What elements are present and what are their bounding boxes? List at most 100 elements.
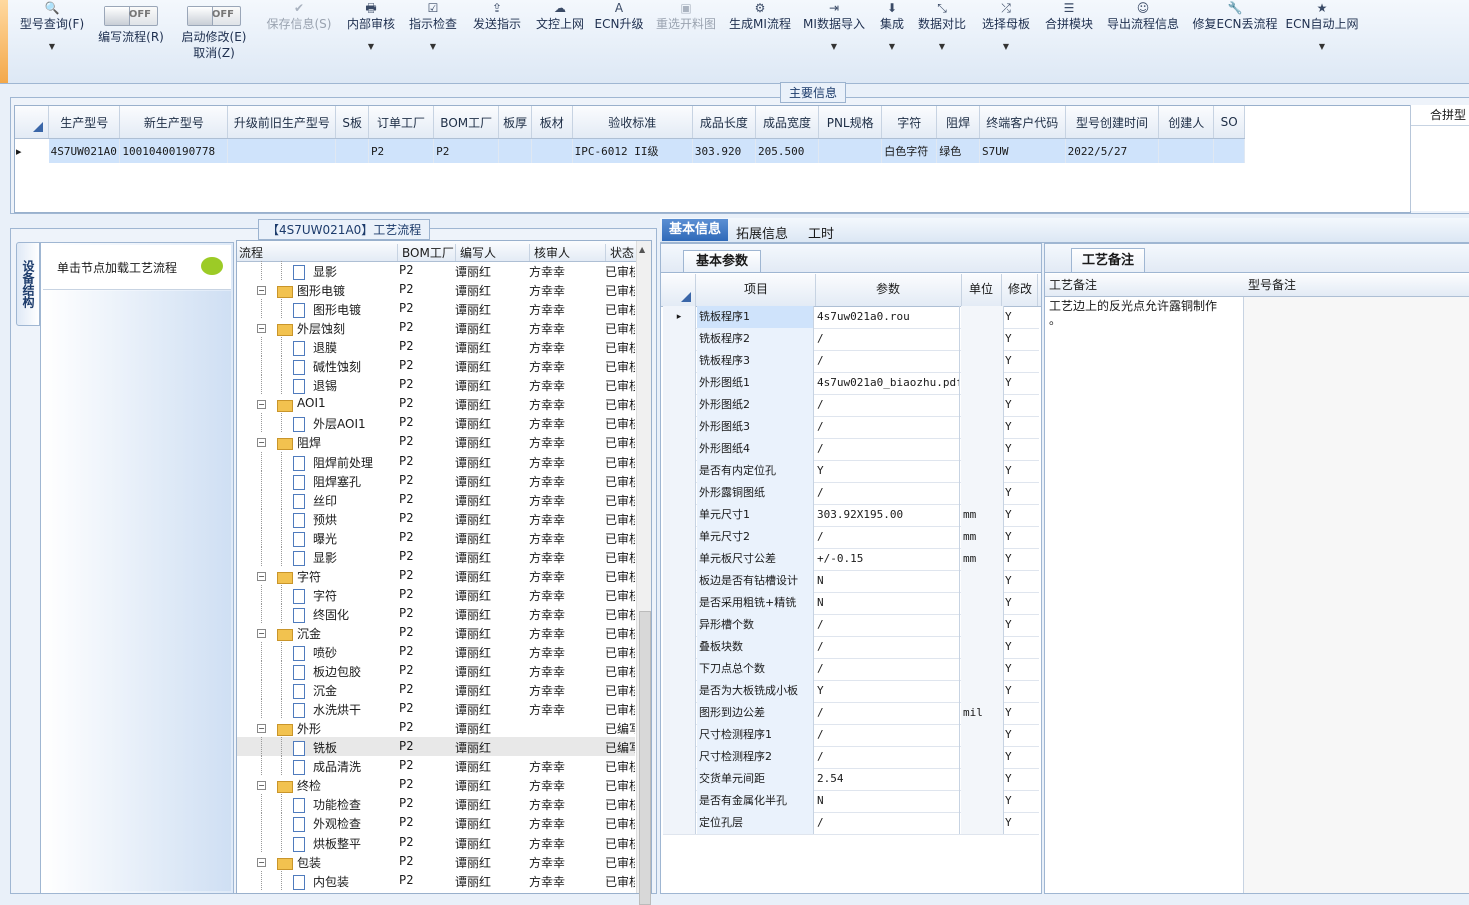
dropdown-arrow-icon[interactable]: ▼: [914, 42, 970, 51]
main-col-header[interactable]: BOM工厂: [433, 106, 500, 139]
toolbar-button-14[interactable]: ☺ 导出流程信息: [1102, 0, 1184, 80]
dropdown-arrow-icon[interactable]: ▼: [798, 42, 870, 51]
row-indicator[interactable]: [663, 372, 696, 394]
tree-row[interactable]: 烘板整平 P2 谭丽红 方幸幸 已审核: [237, 832, 635, 852]
row-indicator[interactable]: [663, 394, 696, 416]
tree-row[interactable]: 碱性蚀刻 P2 谭丽红 方幸幸 已审核: [237, 356, 635, 376]
params-row[interactable]: 板边是否有钻槽设计 N Y: [663, 570, 1039, 593]
tree-row[interactable]: 喷砂 P2 谭丽红 方幸幸 已审核: [237, 642, 635, 661]
toolbar-button-6[interactable]: A ECN升级: [592, 0, 646, 80]
toolbar-button-11[interactable]: ⤡ 数据对比 ▼: [914, 0, 970, 80]
params-corner[interactable]: [661, 274, 696, 306]
params-row[interactable]: 单元尺寸1 303.92X195.00 mm Y: [663, 504, 1039, 527]
main-cell[interactable]: 303.920: [692, 138, 756, 163]
params-row[interactable]: 是否有内定位孔 Y Y: [663, 460, 1039, 483]
main-cell[interactable]: IPC-6012 II级: [572, 138, 693, 163]
toolbar-button-4[interactable]: ⇪ 发送指示: [466, 0, 528, 80]
tree-row[interactable]: 外层AOI1 P2 谭丽红 方幸幸 已审核: [237, 413, 635, 433]
row-indicator[interactable]: ▸: [663, 306, 696, 328]
param-value[interactable]: 4s7uw021a0_biaozhu.pdf: [815, 372, 960, 394]
tree-col-header[interactable]: 编写人: [455, 244, 534, 261]
toolbar-button-2[interactable]: 🖶 内部审核 ▼: [342, 0, 400, 80]
param-value[interactable]: /: [815, 724, 960, 746]
param-value[interactable]: Y: [815, 680, 960, 702]
row-indicator[interactable]: [663, 438, 696, 460]
param-value[interactable]: 2.54: [815, 768, 960, 790]
tree-row[interactable]: −图形电镀P2谭丽红方幸幸已审核: [237, 280, 635, 299]
row-indicator[interactable]: [663, 416, 696, 438]
start-edit-toggle[interactable]: OFF: [187, 6, 241, 26]
tree-col-header[interactable]: BOM工厂: [397, 244, 460, 261]
params-row[interactable]: 是否有金属化半孔 N Y: [663, 790, 1039, 813]
main-cell[interactable]: [1158, 138, 1215, 163]
params-row[interactable]: 单元尺寸2/mm Y: [663, 526, 1039, 549]
tree-col-header[interactable]: 流程: [239, 244, 389, 261]
row-indicator[interactable]: [663, 328, 696, 350]
model-remarks-field[interactable]: [1244, 297, 1469, 893]
cancel-edit-label[interactable]: 取消(Z): [176, 45, 252, 61]
param-value[interactable]: /: [815, 394, 960, 416]
params-row[interactable]: 叠板块数 / Y: [663, 636, 1039, 659]
params-row[interactable]: 铣板程序2/ Y: [663, 328, 1039, 351]
dropdown-arrow-icon[interactable]: ▼: [12, 42, 92, 51]
tree-row[interactable]: −终检P2谭丽红方幸幸已审核: [237, 775, 635, 794]
row-indicator[interactable]: [663, 658, 696, 680]
main-cell[interactable]: P2: [433, 138, 500, 163]
params-row[interactable]: 单元板尺寸公差 +/-0.15 mm Y: [663, 548, 1039, 571]
tree-row[interactable]: 丝印 P2 谭丽红 方幸幸 已审核: [237, 489, 635, 509]
tab-work-hours[interactable]: 工时: [808, 223, 834, 242]
row-indicator[interactable]: [663, 680, 696, 702]
tree-row[interactable]: 阻焊前处理 P2 谭丽红 方幸幸 已审核: [237, 451, 635, 471]
params-row[interactable]: 是否采用粗铣+精铣 N Y: [663, 592, 1039, 615]
params-row[interactable]: 外形图纸2/ Y: [663, 394, 1039, 417]
param-value[interactable]: Y: [815, 460, 960, 482]
process-remarks-field[interactable]: 工艺边上的反光点允许露铜制作 。: [1045, 297, 1244, 893]
tree-row[interactable]: 外观检查 P2 谭丽红 方幸幸 已审核: [237, 813, 635, 833]
main-cell[interactable]: [498, 138, 532, 163]
tree-row[interactable]: −沉金P2谭丽红方幸幸已审核: [237, 623, 635, 642]
tree-row[interactable]: 显影 P2 谭丽红 方幸幸 已审核: [237, 261, 635, 280]
tab-basic-params[interactable]: 基本参数: [683, 250, 761, 272]
param-value[interactable]: N: [815, 570, 960, 592]
tree-row[interactable]: 内包装 P2 谭丽红 方幸幸 已审核: [237, 870, 635, 890]
params-col-header[interactable]: 单位: [961, 274, 1002, 306]
toolbar-button-1[interactable]: ✔ 保存信息(S): [260, 0, 338, 80]
main-col-header[interactable]: 生产型号: [48, 106, 121, 139]
tree-row[interactable]: −外形P2谭丽红已编写: [237, 718, 635, 737]
main-col-header[interactable]: 创建人: [1158, 106, 1215, 139]
params-row[interactable]: 定位孔层 / Y: [663, 812, 1039, 835]
main-cell[interactable]: 205.500: [755, 138, 820, 163]
params-row[interactable]: 外形图纸3/ Y: [663, 416, 1039, 439]
param-value[interactable]: /: [815, 658, 960, 680]
params-col-header[interactable]: 参数: [815, 274, 962, 306]
main-cell[interactable]: 4S7UW021A0: [48, 138, 121, 163]
tree-row[interactable]: 阻焊塞孔 P2 谭丽红 方幸幸 已审核: [237, 470, 635, 490]
tab-process-remarks[interactable]: 工艺备注: [1071, 248, 1145, 272]
tree-row[interactable]: −字符P2谭丽红方幸幸已审核: [237, 566, 635, 585]
main-col-header[interactable]: 字符: [881, 106, 938, 139]
main-col-header[interactable]: 订单工厂: [368, 106, 435, 139]
row-indicator[interactable]: [663, 350, 696, 372]
param-value[interactable]: /: [815, 812, 960, 834]
start-edit-toggle-group[interactable]: OFF 启动修改(E) 取消(Z): [176, 0, 252, 80]
params-row[interactable]: 外形露铜图纸 / Y: [663, 482, 1039, 505]
param-value[interactable]: /: [815, 416, 960, 438]
param-value[interactable]: /: [815, 328, 960, 350]
toolbar-button-0[interactable]: 🔍 型号查询(F) ▼: [12, 0, 92, 80]
tree-row[interactable]: 水洗烘干 P2 谭丽红 方幸幸 已审核: [237, 699, 635, 719]
toolbar-button-8[interactable]: ⚙ 生成MI流程: [724, 0, 796, 80]
main-cell[interactable]: 2022/5/27: [1065, 138, 1160, 163]
main-cell[interactable]: P2: [368, 138, 435, 163]
scroll-up-icon[interactable]: ▲: [639, 245, 645, 254]
param-value[interactable]: /: [815, 350, 960, 372]
row-indicator[interactable]: [663, 482, 696, 504]
tree-row[interactable]: 预烘 P2 谭丽红 方幸幸 已审核: [237, 508, 635, 528]
tree-row[interactable]: 功能检查 P2 谭丽红 方幸幸 已审核: [237, 794, 635, 814]
row-indicator[interactable]: [663, 460, 696, 482]
main-cell[interactable]: 10010400190778: [119, 138, 229, 163]
tree-row[interactable]: −阻焊P2谭丽红方幸幸已审核: [237, 432, 635, 451]
dropdown-arrow-icon[interactable]: ▼: [872, 42, 912, 51]
toolbar-button-10[interactable]: ⬇ 集成 ▼: [872, 0, 912, 80]
param-value[interactable]: /: [815, 746, 960, 768]
tree-row[interactable]: 终固化 P2 谭丽红 方幸幸 已审核: [237, 603, 635, 623]
